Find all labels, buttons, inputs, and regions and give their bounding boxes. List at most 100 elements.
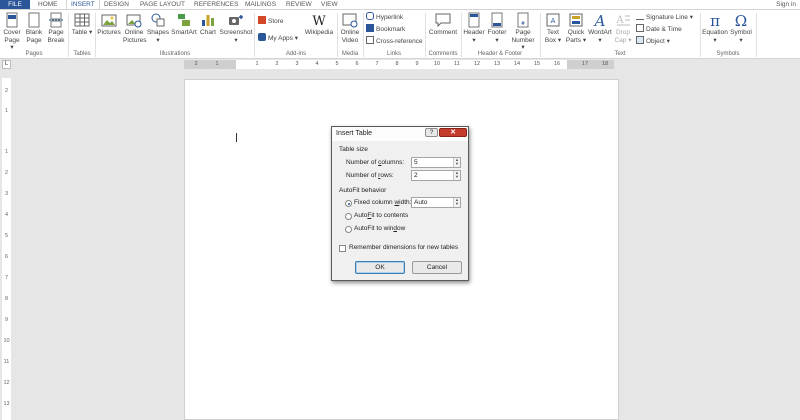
pictures-button[interactable]: Pictures (97, 12, 121, 37)
ruler-number: 4 (315, 61, 319, 67)
ruler-number: 15 (533, 61, 541, 67)
columns-spinbox[interactable]: 5 ▲ ▼ (411, 157, 461, 168)
symbol-button[interactable]: Ω Symbol ▾ (729, 12, 753, 44)
autofit-window-radio[interactable] (345, 226, 352, 233)
object-label: Object ▾ (646, 38, 670, 45)
date-time-button[interactable]: Date & Time (636, 24, 682, 34)
close-button[interactable]: ✕ (439, 128, 467, 137)
chart-label: Chart (200, 29, 216, 36)
sign-in-link[interactable]: Sign in (776, 0, 796, 9)
page-number-icon: # (517, 12, 529, 28)
tab-design[interactable]: DESIGN (104, 0, 129, 9)
ruler-number: 10 (433, 61, 441, 67)
ok-button[interactable]: OK (355, 261, 405, 274)
cross-reference-button[interactable]: Cross-reference (366, 36, 423, 46)
wikipedia-button[interactable]: W Wikipedia (303, 12, 335, 37)
rows-label-text: Number of (346, 172, 379, 179)
screenshot-button[interactable]: Screenshot ▾ (219, 12, 253, 44)
remember-dimensions-checkbox[interactable] (339, 245, 346, 252)
svg-text:Ω: Ω (735, 12, 747, 28)
quick-parts-button[interactable]: Quick Parts ▾ (565, 12, 587, 44)
autofit-contents-radio[interactable] (345, 213, 352, 220)
hyperlink-button[interactable]: Hyperlink (366, 12, 403, 22)
tab-page-layout[interactable]: PAGE LAYOUT (140, 0, 185, 9)
vertical-ruler-number: 7 (4, 275, 9, 281)
wordart-button[interactable]: A WordArt ▾ (588, 12, 612, 44)
text-box-icon: A (546, 13, 560, 27)
ruler-number: 2 (194, 61, 198, 67)
equation-button[interactable]: π Equation ▾ (702, 12, 728, 44)
tab-insert[interactable]: INSERT (66, 0, 100, 9)
tab-references[interactable]: REFERENCES (194, 0, 238, 9)
store-button[interactable]: Store (258, 16, 284, 26)
online-video-button[interactable]: Online Video (339, 12, 361, 44)
tab-file[interactable]: FILE (0, 0, 30, 9)
signature-line-button[interactable]: Signature Line ▾ (636, 12, 693, 22)
page-number-button[interactable]: # Page Number ▾ (509, 12, 537, 52)
tab-home[interactable]: HOME (38, 0, 58, 9)
table-icon (74, 13, 90, 27)
equation-icon: π (710, 12, 720, 28)
bookmark-button[interactable]: Bookmark (366, 24, 405, 34)
shapes-button[interactable]: Shapes ▾ (146, 12, 170, 44)
spin-down-icon[interactable]: ▼ (454, 162, 460, 166)
tab-selector[interactable]: L (2, 60, 11, 69)
ruler-number: 12 (473, 61, 481, 67)
table-button[interactable]: Table ▾ (71, 12, 93, 37)
chart-button[interactable]: Chart (198, 12, 218, 37)
text-box-button[interactable]: A Text Box ▾ (542, 12, 564, 44)
comment-button[interactable]: Comment (428, 12, 458, 37)
rows-spinbox[interactable]: 2 ▲ ▼ (411, 170, 461, 181)
cover-page-button[interactable]: Cover Page ▾ (2, 12, 22, 52)
fixed-width-spinbox[interactable]: Auto ▲ ▼ (411, 197, 461, 208)
object-button[interactable]: Object ▾ (636, 36, 670, 46)
cancel-button[interactable]: Cancel (412, 261, 462, 274)
online-pictures-label: Online Pictures (123, 29, 147, 44)
fixed-width-spin-arrows[interactable]: ▲ ▼ (453, 198, 460, 207)
shapes-icon (151, 13, 165, 27)
help-button[interactable]: ? (425, 128, 438, 137)
group-label-pages: Pages (25, 51, 43, 57)
symbol-icon: Ω (735, 12, 747, 28)
rows-spin-arrows[interactable]: ▲ ▼ (453, 171, 460, 180)
ruler-number: 1 (255, 61, 259, 67)
smartart-icon (178, 14, 190, 26)
bookmark-icon (366, 24, 374, 32)
spin-down-icon[interactable]: ▼ (454, 175, 460, 179)
blank-page-button[interactable]: Blank Page (24, 12, 44, 44)
drop-cap-icon: A (615, 15, 630, 26)
quick-parts-icon (569, 13, 583, 27)
ribbon: Cover Page ▾ Blank Page Page Break Pages… (0, 9, 800, 59)
columns-value: 5 (414, 159, 418, 166)
horizontal-ruler: L 2 1 1 2 3 4 5 6 7 8 9 10 11 12 13 14 1… (0, 59, 800, 70)
group-label-text: Text (614, 51, 626, 57)
ruler-number: 2 (275, 61, 279, 67)
ruler-number: 1 (215, 61, 219, 67)
columns-spin-arrows[interactable]: ▲ ▼ (453, 158, 460, 167)
tab-mailings[interactable]: MAILINGS (245, 0, 276, 9)
fixed-column-width-radio[interactable] (345, 200, 352, 207)
spin-down-icon[interactable]: ▼ (454, 202, 460, 206)
my-apps-button[interactable]: My Apps ▾ (258, 33, 298, 43)
svg-text:W: W (312, 14, 326, 28)
group-label-tables: Tables (73, 51, 91, 57)
drop-cap-button[interactable]: A Drop Cap ▾ (613, 12, 633, 44)
online-video-label: Online Video (340, 29, 360, 44)
footer-button[interactable]: Footer ▾ (486, 12, 508, 44)
columns-label-text: Number of (346, 159, 379, 166)
hyperlink-label: Hyperlink (376, 14, 404, 21)
online-pictures-button[interactable]: Online Pictures (123, 12, 147, 44)
vertical-ruler-number: 9 (4, 317, 9, 323)
smartart-button[interactable]: SmartArt (171, 12, 197, 37)
drop-cap-label: Drop Cap ▾ (614, 29, 632, 44)
page-number-label: Page Number ▾ (511, 29, 535, 51)
ruler-number: 16 (553, 61, 561, 67)
tab-view[interactable]: VIEW (321, 0, 338, 9)
symbol-label: Symbol ▾ (730, 29, 752, 44)
fixed-label-text: idth: (399, 199, 412, 206)
header-button[interactable]: Header ▾ (463, 12, 485, 44)
tab-review[interactable]: REVIEW (286, 0, 312, 9)
blank-page-label: Blank Page (25, 29, 43, 44)
page-break-button[interactable]: Page Break (46, 12, 66, 44)
dialog-title-bar[interactable]: Insert Table ? ✕ (332, 127, 468, 141)
